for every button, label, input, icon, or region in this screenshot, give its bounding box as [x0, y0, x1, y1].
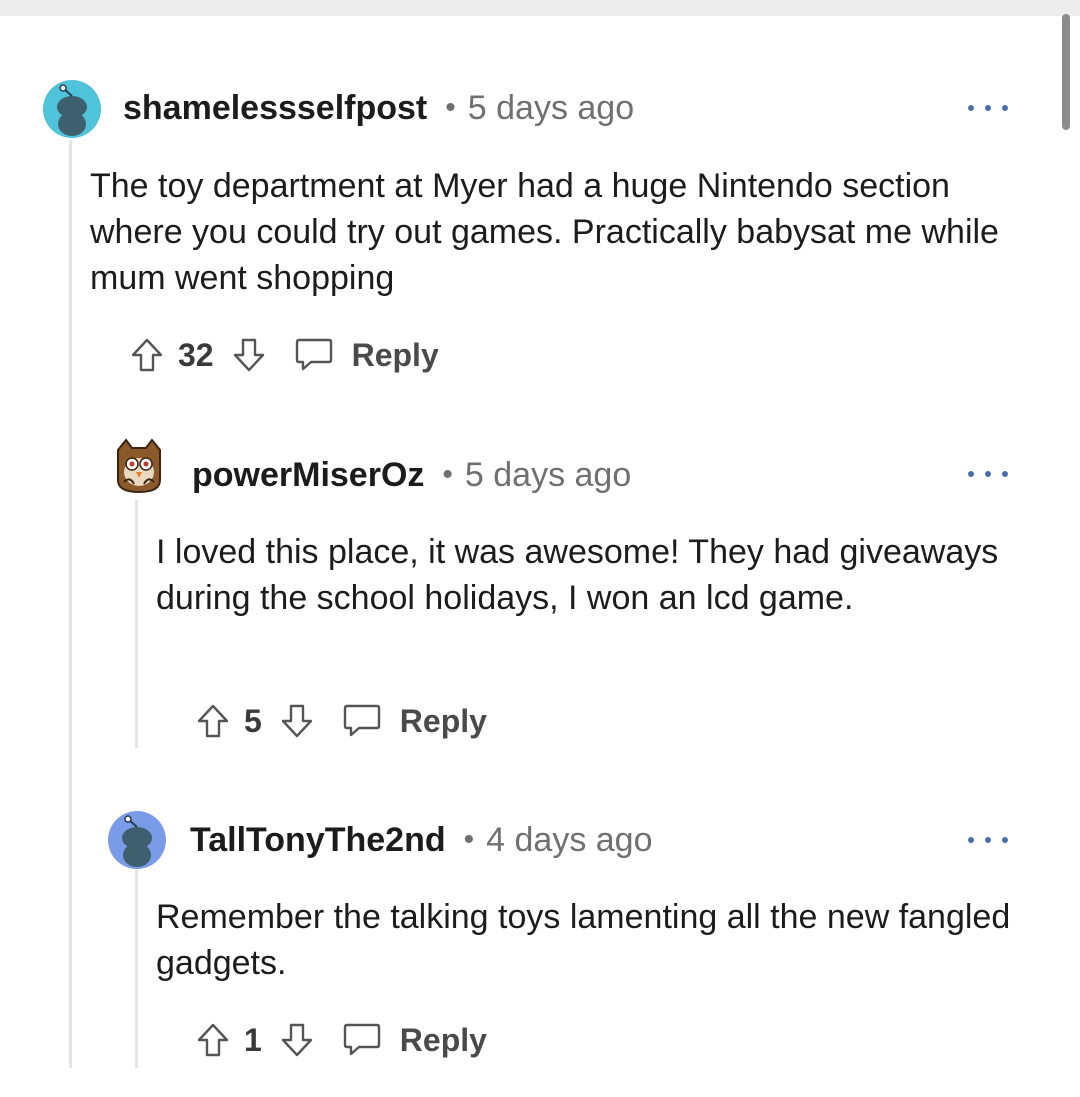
- vote-count: 32: [178, 336, 214, 373]
- upvote-icon[interactable]: [130, 337, 164, 373]
- speech-bubble-icon: [342, 702, 382, 740]
- avatar[interactable]: [108, 811, 166, 869]
- speech-bubble-icon: [342, 1021, 382, 1059]
- downvote-icon[interactable]: [280, 1022, 314, 1058]
- more-options-icon[interactable]: [968, 830, 1008, 850]
- comment-header: shamelessselfpost • 5 days ago: [123, 86, 634, 130]
- reply-label: Reply: [399, 702, 487, 739]
- comment-actions: 1 Reply: [196, 1017, 487, 1063]
- more-options-icon[interactable]: [968, 98, 1008, 118]
- avatar[interactable]: [43, 80, 101, 138]
- vote-count: 1: [244, 1021, 262, 1058]
- comment-header: powerMiserOz • 5 days ago: [192, 453, 631, 497]
- separator-dot: •: [442, 458, 453, 491]
- avatar[interactable]: [110, 436, 168, 494]
- comment-body: I loved this place, it was awesome! They…: [156, 533, 999, 617]
- separator-dot: •: [445, 91, 456, 124]
- timestamp: 5 days ago: [464, 455, 632, 494]
- username[interactable]: powerMiserOz: [192, 456, 424, 495]
- reply-button[interactable]: Reply: [342, 702, 487, 740]
- comment-actions: 5 Reply: [196, 698, 487, 744]
- comment-body: Remember the talking toys lamenting all …: [156, 898, 1011, 982]
- vote-count: 5: [244, 702, 262, 739]
- username[interactable]: TallTonyThe2nd: [190, 821, 446, 860]
- speech-bubble-icon: [294, 336, 334, 374]
- thread-line-reply-1: [135, 500, 138, 748]
- scrollbar[interactable]: [1062, 14, 1070, 130]
- downvote-icon[interactable]: [232, 337, 266, 373]
- owl-avatar-icon: [117, 438, 161, 494]
- reply-button[interactable]: Reply: [342, 1021, 487, 1059]
- top-edge: [0, 0, 1080, 16]
- upvote-icon[interactable]: [196, 703, 230, 739]
- downvote-icon[interactable]: [280, 703, 314, 739]
- snoo-avatar-icon: [57, 84, 87, 136]
- thread-line-root: [69, 140, 72, 1068]
- reply-label: Reply: [351, 336, 439, 373]
- username[interactable]: shamelessselfpost: [123, 89, 427, 128]
- separator-dot: •: [463, 823, 475, 856]
- reply-button[interactable]: Reply: [294, 336, 439, 374]
- comment-body: The toy department at Myer had a huge Ni…: [90, 167, 999, 297]
- timestamp: 5 days ago: [467, 88, 635, 127]
- snoo-avatar-icon: [122, 815, 152, 867]
- comment-header: TallTonyThe2nd • 4 days ago: [190, 818, 653, 862]
- timestamp: 4 days ago: [486, 820, 653, 859]
- thread-line-reply-2: [135, 868, 138, 1068]
- more-options-icon[interactable]: [968, 464, 1008, 484]
- reply-label: Reply: [399, 1021, 487, 1058]
- upvote-icon[interactable]: [196, 1022, 230, 1058]
- comment-actions: 32 Reply: [130, 332, 439, 378]
